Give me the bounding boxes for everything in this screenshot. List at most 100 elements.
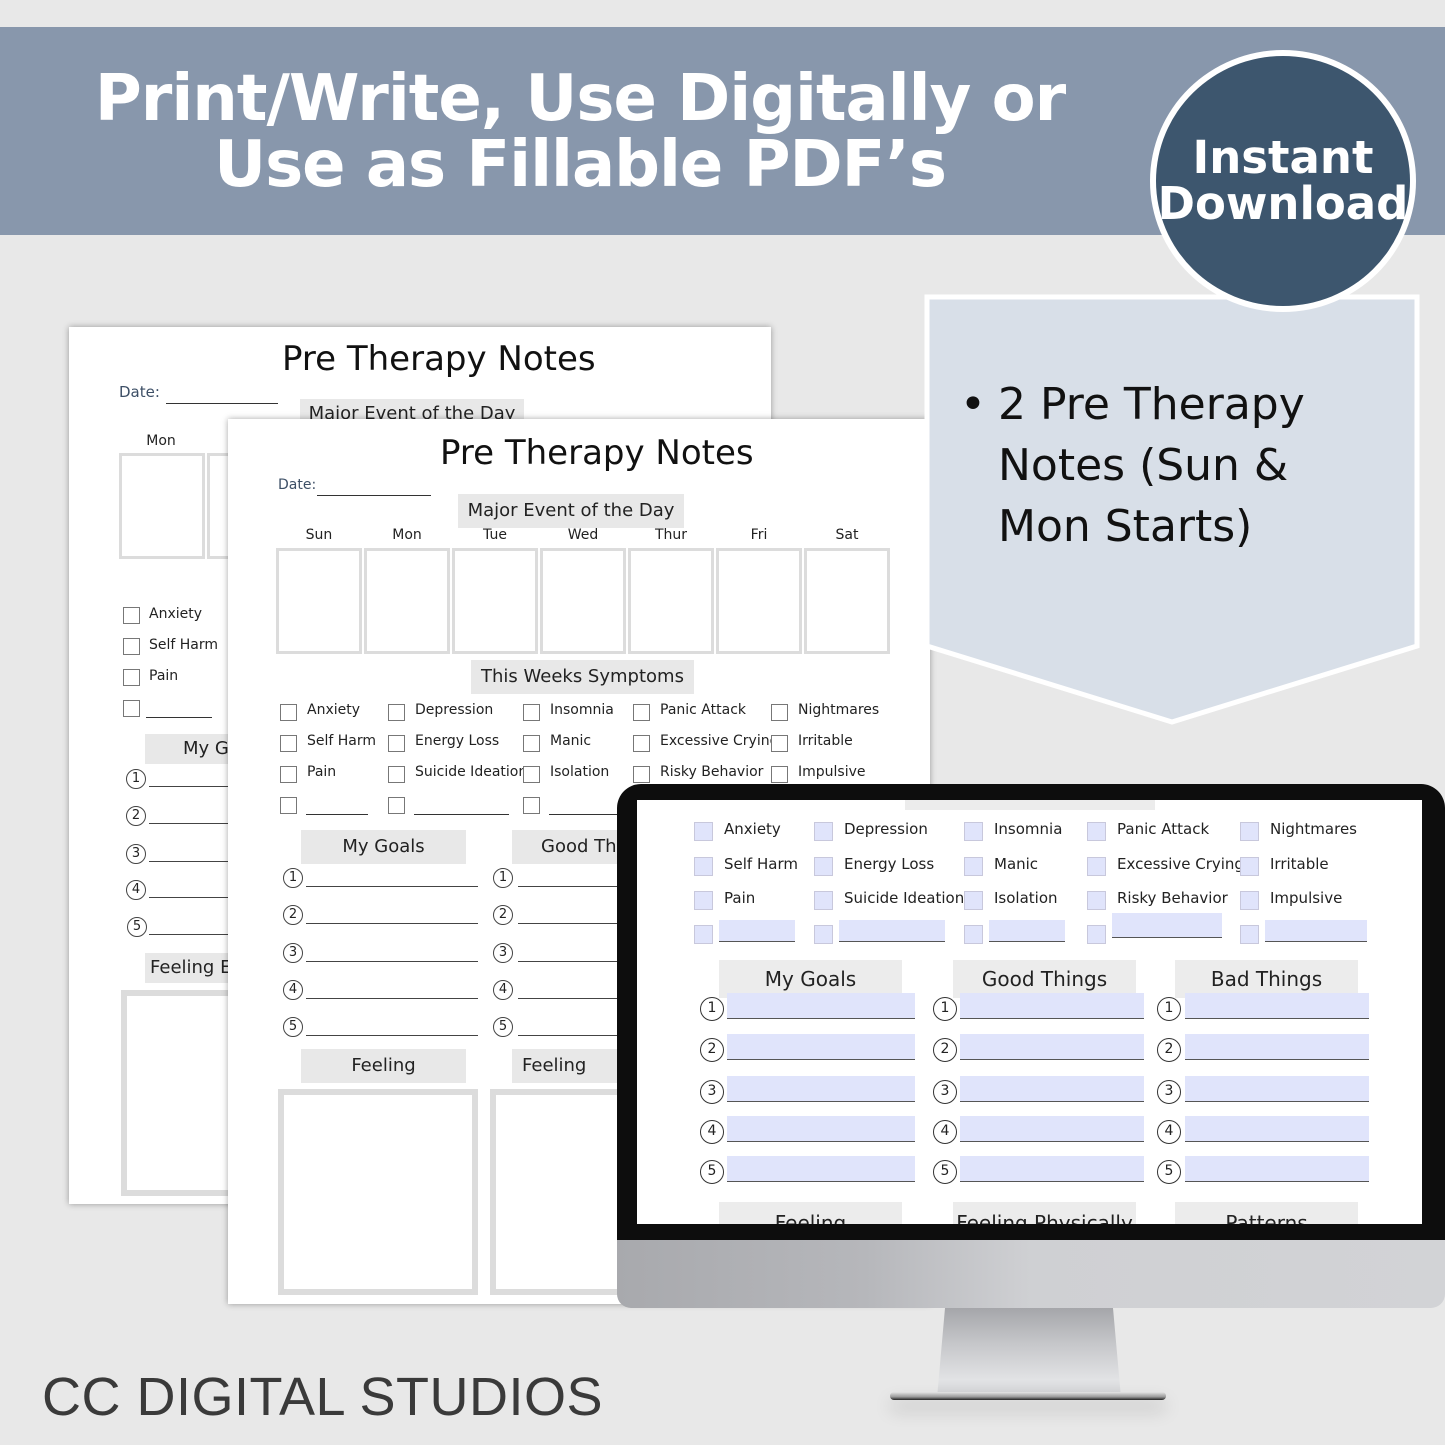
goal-line[interactable]	[149, 882, 239, 898]
fillable-text-field[interactable]	[727, 993, 915, 1019]
goal-line[interactable]	[149, 919, 239, 935]
fillable-checkbox[interactable]	[1240, 857, 1259, 876]
fillable-checkbox[interactable]	[1240, 925, 1259, 944]
symptom-label: Pain	[149, 668, 179, 684]
fillable-checkbox[interactable]	[814, 857, 833, 876]
symptom-checkbox[interactable]	[280, 735, 297, 752]
section-major-event: Major Event of the Day	[458, 494, 684, 528]
number-5-icon: 5	[933, 1160, 957, 1184]
custom-symptom-checkbox[interactable]	[388, 797, 405, 814]
symptom-checkbox[interactable]	[123, 669, 140, 686]
day-box[interactable]	[364, 548, 450, 654]
symptom-checkbox[interactable]	[523, 766, 540, 783]
fillable-checkbox[interactable]	[964, 822, 983, 841]
fillable-text-field[interactable]	[727, 1034, 915, 1060]
custom-symptom-field[interactable]	[414, 797, 509, 815]
symptom-checkbox[interactable]	[280, 766, 297, 783]
symptom-checkbox[interactable]	[523, 704, 540, 721]
fillable-text-field[interactable]	[1185, 1034, 1369, 1060]
goal-line[interactable]	[306, 1019, 478, 1036]
number-4-icon: 4	[933, 1120, 957, 1144]
custom-symptom-field[interactable]	[1265, 920, 1367, 942]
fillable-text-field[interactable]	[1185, 1116, 1369, 1142]
custom-symptom-field[interactable]	[306, 797, 368, 815]
symptom-label: Risky Behavior	[660, 764, 764, 780]
fillable-checkbox[interactable]	[1240, 822, 1259, 841]
fillable-checkbox[interactable]	[1087, 925, 1106, 944]
goal-line[interactable]	[149, 771, 239, 787]
day-box[interactable]	[628, 548, 714, 654]
goal-line[interactable]	[306, 982, 478, 999]
fillable-checkbox[interactable]	[814, 891, 833, 910]
day-box[interactable]	[452, 548, 538, 654]
fillable-text-field[interactable]	[727, 1076, 915, 1102]
symptom-checkbox[interactable]	[280, 704, 297, 721]
symptom-checkbox[interactable]	[123, 638, 140, 655]
symptom-label: Manic	[550, 733, 592, 749]
symptom-checkbox[interactable]	[771, 766, 788, 783]
fillable-text-field[interactable]	[960, 1116, 1144, 1142]
custom-symptom-checkbox[interactable]	[280, 797, 297, 814]
day-box[interactable]	[119, 453, 205, 559]
symptom-checkbox[interactable]	[388, 735, 405, 752]
fillable-checkbox[interactable]	[1087, 857, 1106, 876]
fillable-checkbox[interactable]	[1240, 891, 1259, 910]
fillable-text-field[interactable]	[1185, 1156, 1369, 1182]
fillable-text-field[interactable]	[960, 993, 1144, 1019]
goal-line[interactable]	[306, 907, 478, 924]
fillable-text-field[interactable]	[960, 1076, 1144, 1102]
goal-line[interactable]	[149, 808, 239, 824]
brand-name: CC DIGITAL STUDIOS	[42, 1367, 604, 1427]
symptom-checkbox[interactable]	[523, 735, 540, 752]
fillable-checkbox[interactable]	[964, 891, 983, 910]
symptom-checkbox[interactable]	[633, 766, 650, 783]
fillable-checkbox[interactable]	[964, 857, 983, 876]
fillable-text-field[interactable]	[1185, 1076, 1369, 1102]
symptom-label: Excessive Crying	[1117, 855, 1244, 873]
symptom-checkbox[interactable]	[633, 735, 650, 752]
number-3-icon: 3	[1157, 1080, 1181, 1104]
symptom-checkbox[interactable]	[633, 704, 650, 721]
fillable-checkbox[interactable]	[1087, 822, 1106, 841]
fillable-checkbox[interactable]	[964, 925, 983, 944]
monitor-base	[890, 1392, 1166, 1400]
feeling-emotionally-box[interactable]	[278, 1089, 478, 1295]
fillable-checkbox[interactable]	[814, 822, 833, 841]
fillable-checkbox[interactable]	[814, 925, 833, 944]
symptom-checkbox[interactable]	[388, 766, 405, 783]
fillable-text-field[interactable]	[960, 1034, 1144, 1060]
fillable-checkbox[interactable]	[694, 925, 713, 944]
custom-symptom-field[interactable]	[839, 920, 945, 942]
symptom-checkbox[interactable]	[771, 735, 788, 752]
fillable-text-field[interactable]	[727, 1156, 915, 1182]
fillable-checkbox[interactable]	[694, 822, 713, 841]
goal-line[interactable]	[306, 945, 478, 962]
goal-line[interactable]	[306, 870, 478, 887]
date-field[interactable]	[166, 387, 278, 404]
fillable-checkbox[interactable]	[1087, 891, 1106, 910]
symptom-label: Suicide Ideation	[415, 764, 528, 780]
day-box[interactable]	[804, 548, 890, 654]
symptom-checkbox[interactable]	[388, 704, 405, 721]
date-field[interactable]	[317, 479, 431, 496]
custom-symptom-field[interactable]	[146, 700, 212, 718]
symptom-checkbox[interactable]	[123, 607, 140, 624]
fillable-checkbox[interactable]	[694, 891, 713, 910]
custom-symptom-checkbox[interactable]	[523, 797, 540, 814]
fillable-checkbox[interactable]	[694, 857, 713, 876]
symptom-label: Risky Behavior	[1117, 889, 1228, 907]
section-feeling-emotionally: Feeling Emotionally	[301, 1049, 466, 1110]
custom-symptom-field[interactable]	[719, 920, 795, 942]
fillable-text-field[interactable]	[727, 1116, 915, 1142]
day-box[interactable]	[716, 548, 802, 654]
day-box[interactable]	[540, 548, 626, 654]
custom-symptom-field[interactable]	[989, 920, 1065, 942]
symptom-checkbox[interactable]	[771, 704, 788, 721]
day-box[interactable]	[276, 548, 362, 654]
number-3-icon: 3	[933, 1080, 957, 1104]
custom-symptom-field[interactable]	[1112, 913, 1222, 938]
fillable-text-field[interactable]	[1185, 993, 1369, 1019]
goal-line[interactable]	[149, 846, 239, 862]
symptom-checkbox[interactable]	[123, 700, 140, 717]
fillable-text-field[interactable]	[960, 1156, 1144, 1182]
